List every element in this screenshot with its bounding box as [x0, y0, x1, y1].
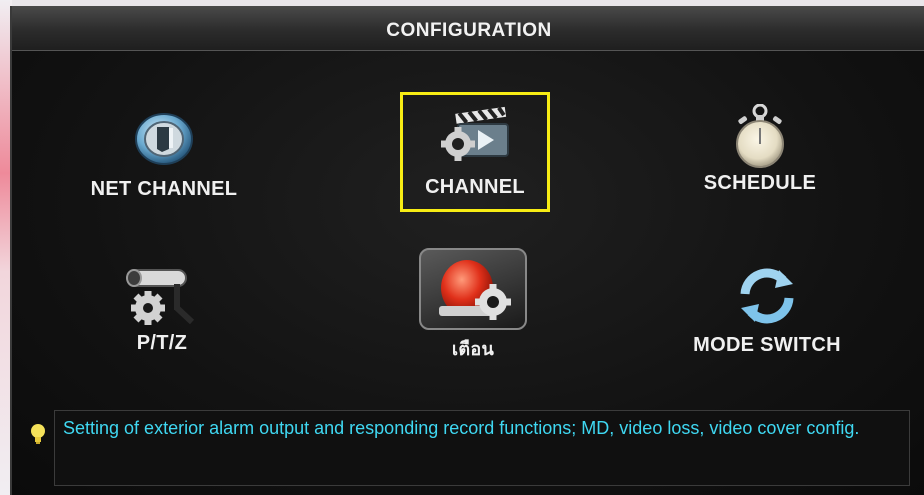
- title-bar: CONFIGURATION: [12, 6, 924, 51]
- alarm-icon-frame: [419, 248, 527, 330]
- clapperboard-gear-icon: [441, 106, 509, 161]
- menu-item-label: CHANNEL: [425, 176, 525, 198]
- menu-item-net-channel[interactable]: NET CHANNEL: [74, 110, 254, 201]
- lightbulb-icon: [31, 424, 45, 444]
- alarm-siren-gear-icon: [439, 260, 511, 320]
- menu-item-label: P/T/Z: [136, 332, 188, 354]
- menu-item-schedule[interactable]: SCHEDULE: [680, 104, 840, 195]
- camera-gear-icon: [126, 269, 195, 325]
- menu-item-channel[interactable]: CHANNEL: [400, 106, 550, 199]
- stopwatch-icon: [736, 104, 784, 168]
- page-title: CONFIGURATION: [386, 20, 552, 41]
- refresh-arrows-icon: [740, 268, 794, 324]
- hint-text: Setting of exterior alarm output and res…: [63, 418, 860, 438]
- network-globe-icon: [135, 113, 193, 165]
- menu-item-alarm[interactable]: เตือน: [398, 248, 548, 363]
- menu-item-label: NET CHANNEL: [90, 178, 238, 200]
- hint-panel: Setting of exterior alarm output and res…: [54, 410, 910, 486]
- menu-item-mode-switch[interactable]: MODE SWITCH: [672, 268, 862, 357]
- menu-item-label: เตือน: [451, 339, 495, 359]
- menu-item-label: MODE SWITCH: [693, 334, 841, 356]
- configuration-screen: CONFIGURATION NET CHANNEL CHANNEL SCHEDU…: [10, 6, 924, 495]
- menu-item-label: SCHEDULE: [703, 172, 817, 194]
- menu-item-ptz[interactable]: P/T/Z: [112, 264, 212, 355]
